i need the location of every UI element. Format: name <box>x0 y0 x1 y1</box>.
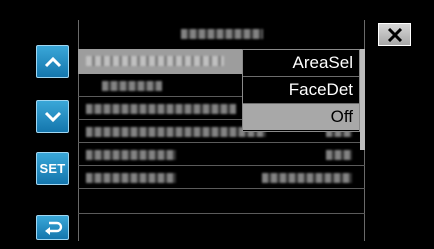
scroll-down-button[interactable] <box>36 100 69 133</box>
scroll-up-button[interactable] <box>36 45 69 78</box>
obscured-row-text <box>86 150 176 160</box>
close-button[interactable] <box>378 23 411 46</box>
list-row[interactable] <box>78 143 365 166</box>
menu-title-obscured <box>78 23 365 45</box>
obscured-row-value <box>326 150 352 160</box>
obscured-row-text <box>86 127 266 137</box>
scrollbar-thumb[interactable] <box>360 49 365 150</box>
chevron-up-icon <box>44 56 61 67</box>
option-facedet[interactable]: FaceDet <box>243 77 359 103</box>
set-button[interactable]: SET <box>36 152 69 185</box>
close-x-icon <box>387 27 402 42</box>
option-off[interactable]: Off <box>243 104 359 130</box>
return-arrow-icon <box>44 221 62 235</box>
set-button-label: SET <box>39 161 66 176</box>
obscured-row-text <box>102 81 162 91</box>
obscured-row-text <box>86 173 176 183</box>
highlighted-row[interactable] <box>78 49 243 74</box>
option-dropdown: AreaSel FaceDet Off <box>242 49 360 132</box>
back-button[interactable] <box>36 215 69 240</box>
list-bottom-divider <box>78 213 365 214</box>
option-areasel[interactable]: AreaSel <box>243 50 359 76</box>
chevron-down-icon <box>44 111 61 122</box>
camera-menu-screen: SET AreaSel FaceDet Off <box>0 0 434 249</box>
obscured-title-text <box>180 29 263 39</box>
obscured-row-text <box>86 104 236 114</box>
obscured-row-text <box>86 56 224 66</box>
obscured-row-value <box>262 173 352 183</box>
list-row[interactable] <box>78 166 365 189</box>
list-scrollbar[interactable] <box>360 49 365 150</box>
